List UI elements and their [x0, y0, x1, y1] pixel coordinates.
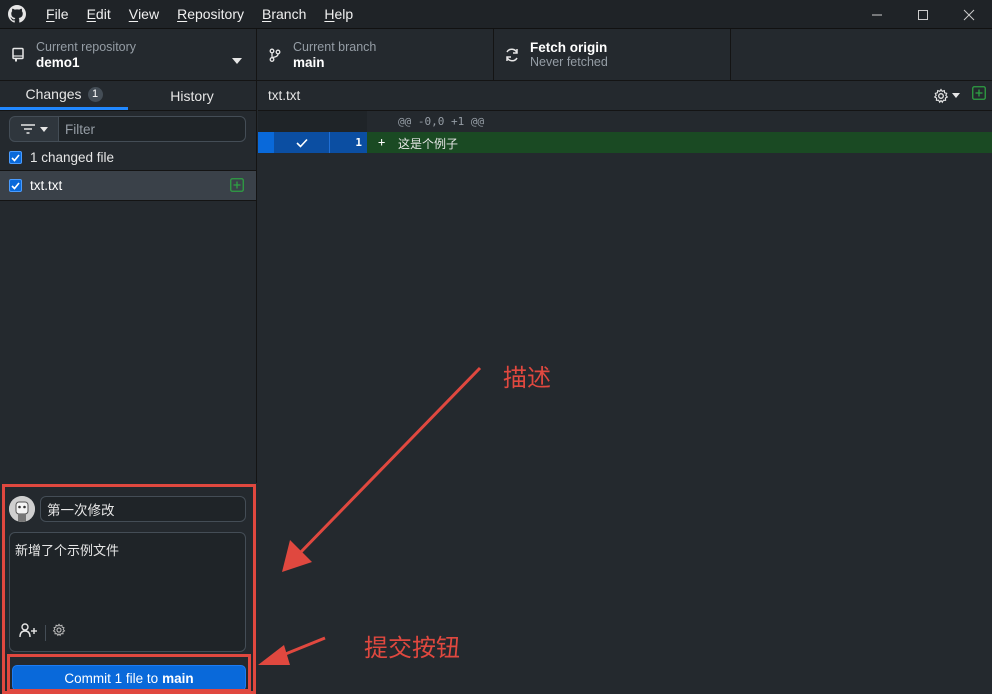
line-content: 这是个例子 [398, 137, 459, 151]
filter-icon [21, 124, 35, 134]
repo-caption: Current repository [36, 40, 137, 54]
minimize-icon [872, 14, 882, 15]
line-checked-icon[interactable] [274, 132, 329, 153]
repo-icon [0, 47, 36, 63]
menu-branch[interactable]: Branch [253, 0, 315, 29]
caret-down-icon [952, 93, 960, 98]
file-added-icon [972, 86, 986, 105]
list-item[interactable]: txt.txt [0, 171, 256, 201]
close-button[interactable] [946, 0, 992, 29]
maximize-button[interactable] [900, 0, 946, 29]
tab-changes[interactable]: Changes 1 [0, 81, 128, 110]
select-all-changes-row[interactable]: 1 changed file [0, 145, 256, 171]
branch-caption: Current branch [293, 40, 377, 54]
file-checkbox[interactable] [9, 179, 22, 192]
fetch-title: Fetch origin [530, 40, 608, 55]
menu-view[interactable]: View [120, 0, 168, 29]
current-branch-button[interactable]: Current branch main [257, 29, 494, 81]
filter-options-button[interactable] [9, 116, 59, 142]
menu-repository[interactable]: Repository [168, 0, 253, 29]
sidebar-tabs: Changes 1 History [0, 81, 256, 111]
commit-button-highlight [7, 654, 251, 692]
annotation-commit-button-label: 提交按钮 [364, 634, 460, 662]
tab-history[interactable]: History [128, 81, 256, 110]
line-number: 1 [329, 132, 367, 153]
maximize-icon [918, 9, 928, 20]
diff-added-line[interactable]: 1 + 这是个例子 [258, 132, 992, 153]
filter-input[interactable] [58, 116, 246, 142]
changes-count-badge: 1 [87, 86, 103, 102]
changed-files-label: 1 changed file [30, 150, 115, 165]
diff-header: txt.txt [258, 81, 992, 111]
branch-icon [257, 47, 293, 63]
diff-view: @@ -0,0 +1 @@ 1 + 这是个例子 [258, 111, 992, 694]
title-bar: File Edit View Repository Branch Help [0, 0, 992, 29]
line-selection-marker[interactable] [258, 132, 274, 153]
file-name: txt.txt [30, 178, 63, 193]
window-controls [854, 0, 992, 29]
file-added-icon [230, 178, 244, 195]
diff-settings-button[interactable] [933, 88, 960, 104]
github-logo-icon [0, 0, 34, 29]
fetch-status: Never fetched [530, 55, 608, 69]
select-all-checkbox[interactable] [9, 151, 22, 164]
repo-name: demo1 [36, 55, 80, 70]
added-marker: + [378, 135, 386, 149]
close-icon [963, 9, 975, 20]
hunk-header-row: @@ -0,0 +1 @@ [258, 111, 992, 132]
current-repository-button[interactable]: Current repository demo1 [0, 29, 257, 81]
diff-file-title: txt.txt [268, 88, 301, 103]
hunk-gutter [258, 111, 367, 132]
minimize-button[interactable] [854, 0, 900, 29]
diff-tools [933, 86, 986, 105]
caret-down-icon [232, 51, 242, 69]
sync-icon [494, 47, 530, 63]
gear-icon [933, 88, 949, 103]
branch-name: main [293, 55, 325, 70]
caret-down-icon [40, 126, 48, 132]
annotation-description-label: 描述 [503, 364, 551, 392]
menu-edit[interactable]: Edit [78, 0, 120, 29]
menu-bar: File Edit View Repository Branch Help [37, 0, 362, 29]
fetch-origin-button[interactable]: Fetch origin Never fetched [494, 29, 731, 81]
toolbar: Current repository demo1 Current branch … [0, 29, 992, 81]
menu-file[interactable]: File [37, 0, 78, 29]
hunk-header: @@ -0,0 +1 @@ [398, 115, 485, 128]
menu-help[interactable]: Help [315, 0, 362, 29]
filter-row [0, 111, 256, 145]
